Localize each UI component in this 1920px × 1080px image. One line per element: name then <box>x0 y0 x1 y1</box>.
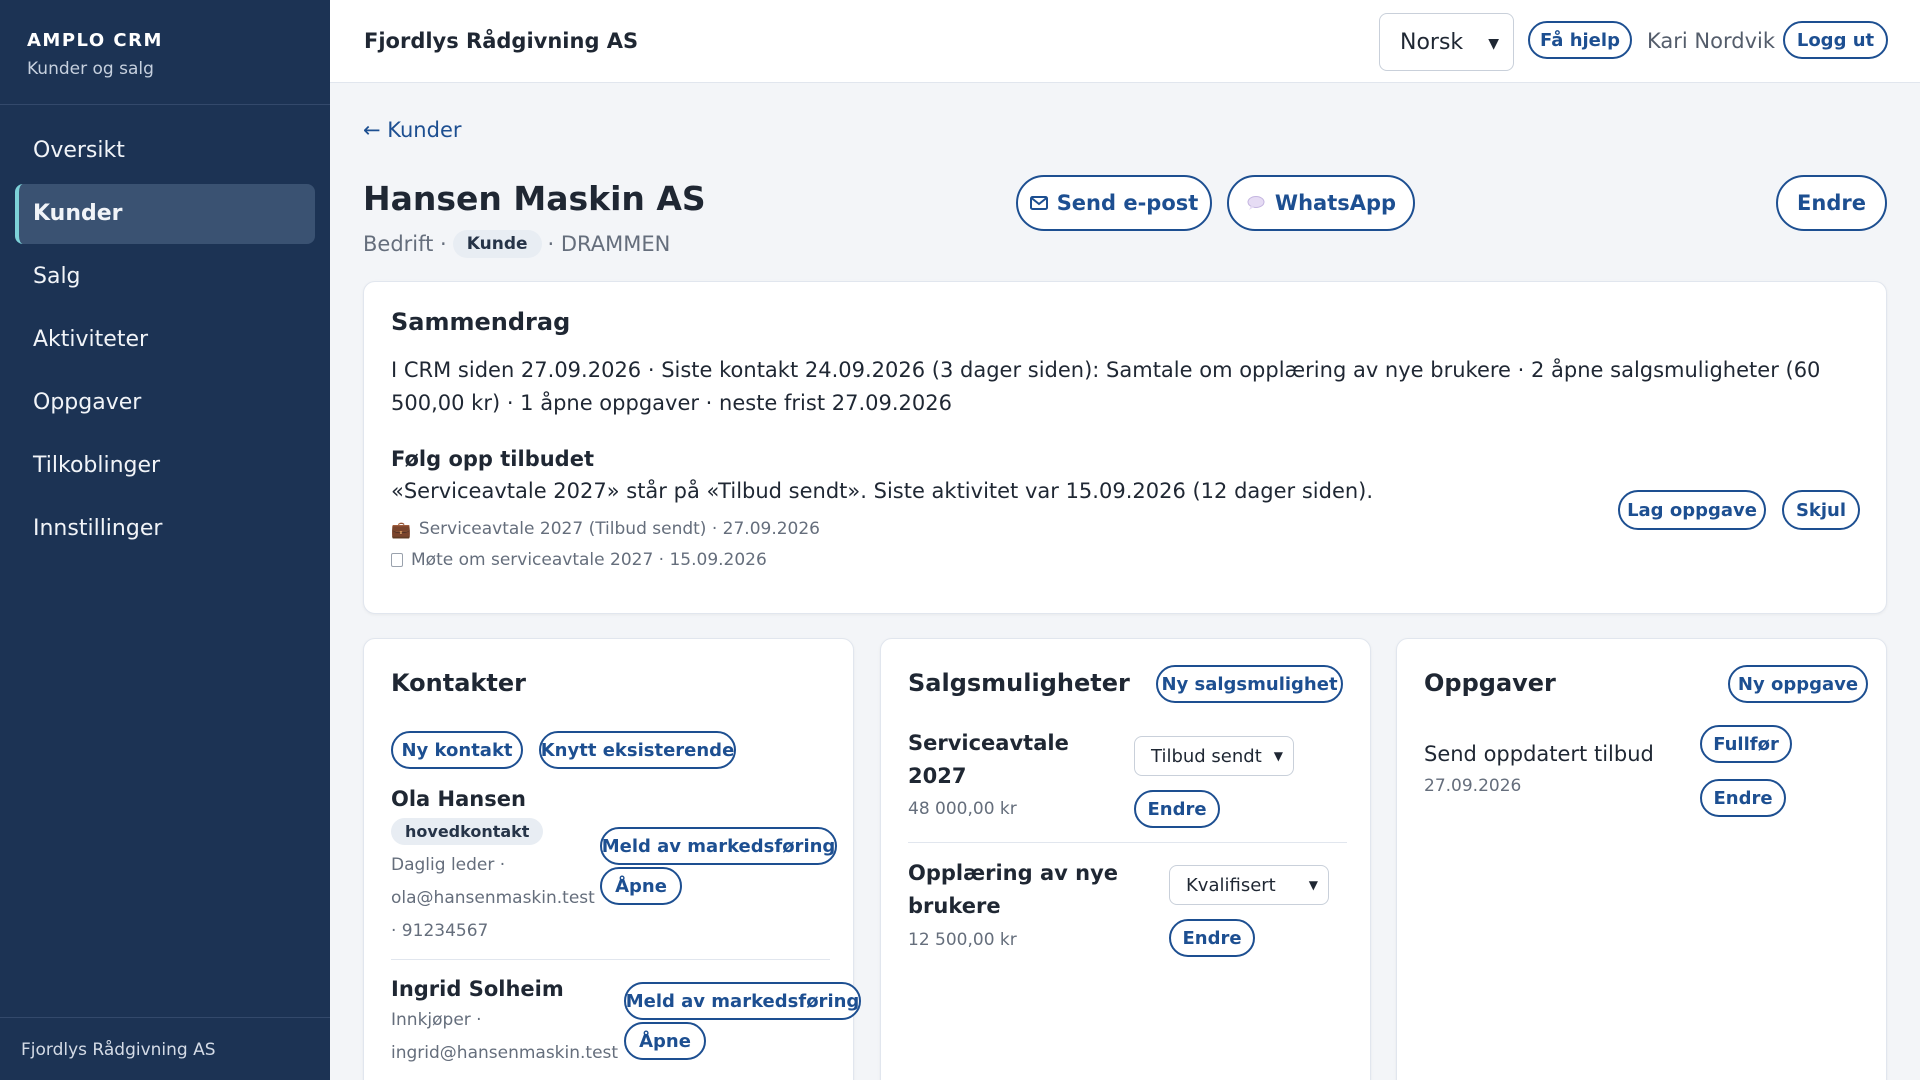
opportunities-card: Salgsmuligheter Ny salgsmulighet Service… <box>880 638 1371 1080</box>
sidebar: AMPLO CRM Kunder og salg Oversikt Kunder… <box>0 0 330 1080</box>
sidebar-item-kunder[interactable]: Kunder <box>15 184 315 244</box>
sidebar-footer-company: Fjordlys Rådgivning AS <box>0 1017 330 1080</box>
edit-task-button[interactable]: Endre <box>1700 779 1786 817</box>
tasks-title: Oppgaver <box>1424 669 1556 697</box>
calendar-icon <box>391 553 403 567</box>
status-badge: Kunde <box>452 230 542 258</box>
sidebar-nav: Oversikt Kunder Salg Aktiviteter Oppgave… <box>0 105 330 559</box>
contact-role: Daglig leder · <box>391 855 506 875</box>
edit-customer-button[interactable]: Endre <box>1776 175 1887 231</box>
top-bar: Fjordlys Rådgivning AS Norsk ▼ Få hjelp … <box>330 0 1920 83</box>
unsubscribe-marketing-button[interactable]: Meld av markedsføring <box>600 827 837 865</box>
contact-role: Innkjøper · <box>391 1010 482 1030</box>
contact-phone: · 91234567 <box>391 921 489 941</box>
contact-email: ola@hansenmaskin.test <box>391 888 595 908</box>
user-name: Kari Nordvik <box>1647 29 1775 53</box>
opportunity-title[interactable]: Serviceavtale 2027 <box>908 727 1069 793</box>
customer-type: Bedrift · <box>363 232 447 256</box>
opportunity-divider <box>908 842 1347 843</box>
customer-meta: Bedrift · Kunde · DRAMMEN <box>363 230 670 258</box>
open-contact-button[interactable]: Åpne <box>624 1022 706 1060</box>
contacts-card: Kontakter Ny kontakt Knytt eksisterende … <box>363 638 861 1080</box>
task-due-date: 27.09.2026 <box>1424 776 1522 796</box>
create-task-button[interactable]: Lag oppgave <box>1618 490 1766 530</box>
task-title[interactable]: Send oppdatert tilbud <box>1424 742 1654 766</box>
complete-task-button[interactable]: Fullfør <box>1700 725 1792 763</box>
whatsapp-label: WhatsApp <box>1274 191 1397 215</box>
chevron-down-icon: ▼ <box>1308 878 1318 892</box>
opportunity-stage-select[interactable]: Tilbud sendt ▼ <box>1134 736 1294 776</box>
brand: AMPLO CRM Kunder og salg <box>0 0 330 105</box>
new-task-button[interactable]: Ny oppgave <box>1728 665 1868 703</box>
chevron-down-icon: ▼ <box>1273 749 1283 763</box>
new-contact-button[interactable]: Ny kontakt <box>391 731 523 769</box>
page-title: Hansen Maskin AS <box>363 179 706 218</box>
brand-subtitle: Kunder og salg <box>27 59 154 79</box>
contact-email: ingrid@hansenmaskin.test <box>391 1043 619 1063</box>
primary-contact-badge: hovedkontakt <box>391 818 544 845</box>
opportunity-title-line: Opplæring av nye <box>908 861 1119 885</box>
opportunity-amount: 48 000,00 kr <box>908 799 1017 819</box>
customer-city: · DRAMMEN <box>547 232 671 256</box>
language-select[interactable]: Norsk ▼ <box>1379 13 1514 71</box>
sidebar-item-oversikt[interactable]: Oversikt <box>15 121 315 181</box>
summary-title: Sammendrag <box>391 308 571 336</box>
send-email-label: Send e-post <box>1056 191 1199 215</box>
contact-name[interactable]: Ingrid Solheim <box>391 977 564 1001</box>
mail-icon <box>1029 196 1048 210</box>
opportunity-title-line: brukere <box>908 894 1001 918</box>
back-to-customers-link[interactable]: ← Kunder <box>363 118 462 142</box>
related-opportunity: 💼 Serviceavtale 2027 (Tilbud sendt) · 27… <box>391 519 820 539</box>
company-name: Fjordlys Rådgivning AS <box>364 29 639 53</box>
stage-select-value: Tilbud sendt <box>1151 745 1262 767</box>
briefcase-icon: 💼 <box>391 519 411 539</box>
related-meeting-text: Møte om serviceavtale 2027 · 15.09.2026 <box>411 550 767 570</box>
stage-select-value: Kvalifisert <box>1186 874 1276 896</box>
followup-title: Følg opp tilbudet <box>391 447 594 471</box>
sidebar-item-aktiviteter[interactable]: Aktiviteter <box>15 310 315 370</box>
brand-title: AMPLO CRM <box>27 30 163 51</box>
chevron-down-icon: ▼ <box>1488 36 1499 52</box>
contact-name[interactable]: Ola Hansen <box>391 787 526 811</box>
tasks-card: Oppgaver Ny oppgave Send oppdatert tilbu… <box>1396 638 1887 1080</box>
edit-opportunity-button[interactable]: Endre <box>1169 919 1255 957</box>
summary-card: Sammendrag I CRM siden 27.09.2026 · Sist… <box>363 281 1887 614</box>
opportunities-title: Salgsmuligheter <box>908 669 1130 697</box>
sidebar-item-tilkoblinger[interactable]: Tilkoblinger <box>15 436 315 496</box>
summary-text: I CRM siden 27.09.2026 · Siste kontakt 2… <box>391 358 1821 415</box>
sidebar-item-innstillinger[interactable]: Innstillinger <box>15 499 315 559</box>
opportunity-amount: 12 500,00 kr <box>908 930 1017 950</box>
opportunity-stage-select[interactable]: Kvalifisert ▼ <box>1169 865 1329 905</box>
opportunity-title-line: Serviceavtale <box>908 731 1069 755</box>
followup-text: «Serviceavtale 2027» står på «Tilbud sen… <box>391 479 1374 503</box>
chat-bubble-icon <box>1247 196 1265 210</box>
sidebar-item-salg[interactable]: Salg <box>15 247 315 307</box>
open-contact-button[interactable]: Åpne <box>600 867 682 905</box>
opportunity-title-line: 2027 <box>908 764 967 788</box>
help-button[interactable]: Få hjelp <box>1528 21 1632 59</box>
contacts-title: Kontakter <box>391 669 526 697</box>
hide-button[interactable]: Skjul <box>1782 490 1860 530</box>
send-email-button[interactable]: Send e-post <box>1016 175 1212 231</box>
contact-divider <box>391 959 830 960</box>
new-opportunity-button[interactable]: Ny salgsmulighet <box>1156 665 1343 703</box>
language-select-value: Norsk <box>1400 29 1464 55</box>
logout-button[interactable]: Logg ut <box>1783 21 1888 59</box>
main-content: ← Kunder Hansen Maskin AS Bedrift · Kund… <box>330 84 1920 1080</box>
sidebar-item-oppgaver[interactable]: Oppgaver <box>15 373 315 433</box>
related-meeting: Møte om serviceavtale 2027 · 15.09.2026 <box>391 550 767 570</box>
whatsapp-button[interactable]: WhatsApp <box>1227 175 1415 231</box>
opportunity-title[interactable]: Opplæring av nye brukere <box>908 857 1118 923</box>
unsubscribe-marketing-button[interactable]: Meld av markedsføring <box>624 982 861 1020</box>
related-opportunity-text: Serviceavtale 2027 (Tilbud sendt) · 27.0… <box>418 519 820 539</box>
edit-opportunity-button[interactable]: Endre <box>1134 790 1220 828</box>
link-existing-contact-button[interactable]: Knytt eksisterende <box>539 731 736 769</box>
